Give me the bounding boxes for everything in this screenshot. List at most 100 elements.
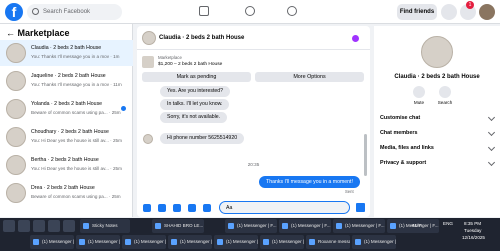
chat-header: Claudia · 2 beds 2 bath House (137, 26, 370, 50)
chat-members-row[interactable]: Chat members (380, 127, 496, 139)
mute-label: Mute (413, 100, 425, 105)
taskbar-window-button[interactable]: Sticky Notes (80, 219, 130, 233)
conversation-item[interactable]: Bertha · 2 beds 2 bath House You: Hi Dear… (0, 152, 133, 178)
taskbar-window-button[interactable]: (1) Messenger | F... (168, 235, 212, 249)
taskbar-row: Sticky Notes SHAHID BRO LE... (1) Messenge… (0, 218, 500, 234)
conversation-thumbnail (6, 71, 26, 91)
taskbar-window-button[interactable]: (1) Messenger | F... (214, 235, 258, 249)
conversation-thumbnail (6, 155, 26, 175)
conversation-thumbnail (6, 43, 26, 63)
taskbar-window-button[interactable]: SHAHID BRO LE... (152, 219, 204, 233)
conversation-item[interactable]: Jaqueline · 2 beds 2 bath House You: Than… (0, 68, 133, 94)
weather-label[interactable]: 61°F (412, 223, 422, 228)
customise-chat-row[interactable]: Customise chat (380, 112, 496, 124)
conversation-item[interactable]: Drea · 2 beds 2 bath House Beware of comm… (0, 180, 133, 206)
media-files-links-row[interactable]: Media, files and links (380, 142, 496, 154)
conversation-thumbnail (6, 183, 26, 203)
like-icon[interactable] (356, 203, 365, 212)
sender-avatar (143, 134, 153, 144)
chrome-icon[interactable] (48, 220, 60, 232)
windows-taskbar: Sticky Notes SHAHID BRO LE... (1) Messenge… (0, 218, 500, 251)
conversation-name: Bertha · 2 beds 2 bath House (31, 157, 99, 163)
conversation-item[interactable]: Choudhary · 2 beds 2 bath House You: Hi D… (0, 124, 133, 150)
message-input[interactable]: Aa (219, 201, 350, 214)
taskbar-window-button[interactable]: (1) Messenger | F... (76, 235, 120, 249)
gaming-icon[interactable] (287, 6, 297, 16)
clock-time[interactable]: 8:35 PM (464, 221, 481, 226)
language-indicator[interactable]: ENG (443, 221, 453, 226)
taskbar-window-button[interactable]: (1) Messenger | F... (260, 235, 304, 249)
chevron-down-icon (487, 143, 496, 152)
facebook-logo[interactable]: f (5, 3, 23, 21)
microphone-icon[interactable] (143, 204, 151, 212)
image-icon[interactable] (158, 204, 166, 212)
details-listing-thumbnail (421, 36, 453, 68)
incoming-message: Sorry, it's not available. (160, 112, 228, 123)
chevron-down-icon (487, 158, 496, 167)
incoming-message: Hi phone number 5625514920 (160, 133, 245, 144)
taskbar-window-button[interactable]: (1) Messenger | F... (279, 219, 331, 233)
conversation-item[interactable]: Yolanda · 2 beds 2 bath House Beware of c… (0, 96, 133, 122)
search-icon (32, 8, 39, 15)
message-timestamp: 20:35 (247, 162, 260, 167)
chat-title[interactable]: Claudia · 2 beds 2 bath House (159, 35, 244, 41)
conversation-details-panel: Claudia · 2 beds 2 bath House Mute Searc… (374, 26, 500, 217)
listing-card[interactable]: Marketplace $1,200 – 2 beds 2 bath House (142, 54, 365, 70)
taskbar-window-button[interactable]: (1) Messenger | F... (352, 235, 396, 249)
taskbar-window-button[interactable]: Roxanne messag... (306, 235, 350, 249)
sticker-icon[interactable] (173, 204, 181, 212)
find-friends-button[interactable]: Find friends (397, 4, 437, 20)
start-icon[interactable] (3, 220, 15, 232)
chat-menu-icon[interactable] (352, 35, 359, 42)
search-icon[interactable] (439, 86, 451, 98)
search-input[interactable]: Search Facebook (27, 4, 122, 20)
mute-icon[interactable] (413, 86, 425, 98)
conversation-name: Yolanda · 2 beds 2 bath House (31, 101, 103, 107)
conversation-preview: You: Hi Dear yes the house is still av..… (31, 166, 122, 171)
conversation-preview: You: Hi Dear yes the house is still av..… (31, 138, 122, 143)
message-composer: Aa (137, 198, 370, 217)
listing-thumbnail (142, 56, 154, 68)
listing-label: Marketplace (158, 55, 182, 60)
search-label: Search (437, 100, 453, 105)
home-icon[interactable] (199, 6, 209, 16)
marketplace-conversation-list: ← Marketplace Claudia · 2 beds 2 bath Ho… (0, 24, 133, 217)
privacy-support-row[interactable]: Privacy & support (380, 157, 496, 169)
taskbar-window-button[interactable]: (1) Messenger | F... (122, 235, 166, 249)
profile-avatar[interactable] (479, 4, 495, 20)
conversation-preview: You: Thanks I'll message you in a mov · … (31, 54, 120, 59)
search-placeholder: Search Facebook (43, 9, 91, 15)
gif-icon[interactable] (188, 204, 196, 212)
conversation-name: Choudhary · 2 beds 2 bath House (31, 129, 109, 135)
taskbar-row: (1) Messenger | F...(1) Messenger | F...… (0, 234, 500, 250)
attachment-icon[interactable] (203, 204, 211, 212)
taskbar-window-button[interactable]: (1) Messenger | F... (225, 219, 277, 233)
chat-scrollbar[interactable] (364, 134, 367, 176)
conversation-name: Drea · 2 beds 2 bath House (31, 185, 95, 191)
groups-icon[interactable] (245, 6, 255, 16)
task-view-icon[interactable] (18, 220, 30, 232)
clock-date: 12/16/2025 (462, 235, 485, 240)
unread-dot-icon (121, 106, 126, 111)
conversation-thumbnail (6, 99, 26, 119)
incoming-message: Yes. Are you interested? (160, 86, 231, 97)
clock-day: Tuesday (464, 228, 482, 233)
menu-grid-button[interactable] (441, 4, 457, 20)
listing-detail: $1,200 – 2 beds 2 bath House (158, 62, 223, 67)
incoming-message: In talks. I'll let you know. (160, 99, 230, 110)
more-options-button[interactable]: More Options (255, 72, 364, 82)
details-title: Claudia · 2 beds 2 bath House (394, 74, 480, 80)
edge-icon[interactable] (63, 220, 75, 232)
chevron-down-icon (487, 128, 496, 137)
conversation-item[interactable]: Claudia · 2 beds 2 bath House You: Thanks… (0, 40, 133, 66)
taskbar-window-button[interactable]: (1) Messenger | F... (30, 235, 74, 249)
mark-as-pending-button[interactable]: Mark as pending (142, 72, 251, 82)
chat-listing-thumbnail[interactable] (142, 31, 156, 45)
chat-panel: Claudia · 2 beds 2 bath House Marketplac… (137, 26, 370, 217)
back-arrow-icon[interactable]: ← (6, 28, 18, 38)
taskbar-window-button[interactable]: (1) Messenger | F... (333, 219, 385, 233)
chevron-down-icon (487, 113, 496, 122)
whatsapp-icon[interactable] (33, 220, 45, 232)
conversation-preview: Beware of common scams using pa... · 25m (31, 194, 121, 199)
top-navigation-bar: f Search Facebook Find friends 1 (0, 0, 500, 24)
